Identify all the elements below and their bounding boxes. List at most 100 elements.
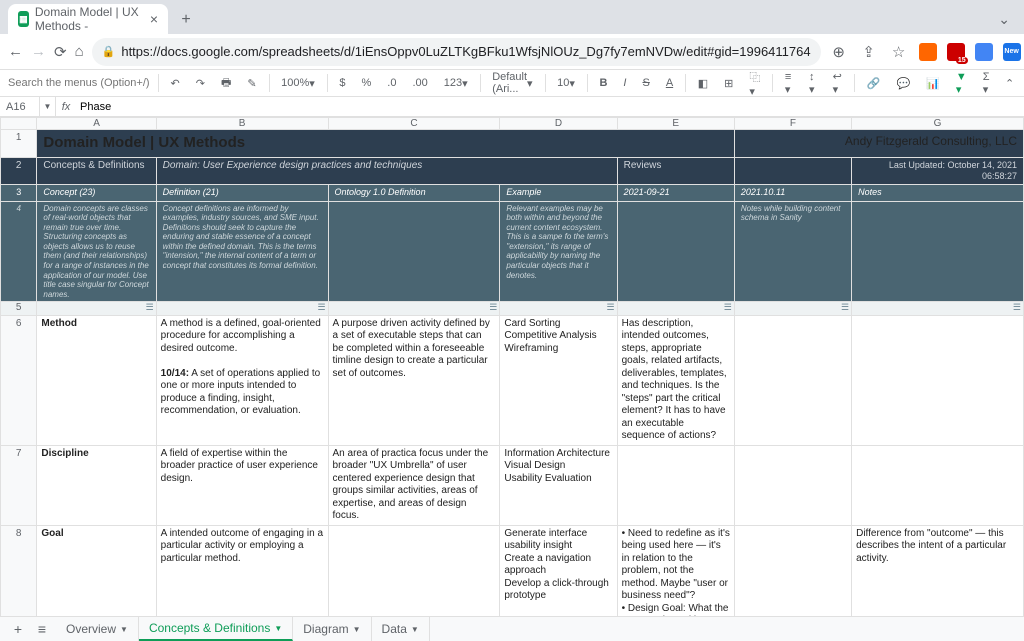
col-review2[interactable]: 2021.10.11 [734,185,851,201]
sheet-tab-dropdown-icon[interactable]: ▼ [353,625,361,634]
row-header[interactable]: 6 [1,315,37,445]
star-icon[interactable]: ☆ [889,42,909,62]
print-button[interactable]: 🖶 [217,72,235,95]
formula-input[interactable] [76,101,1024,113]
ontology-cell[interactable]: A purpose driven activity defined by a s… [328,315,500,445]
concept-cell[interactable]: Method [37,315,156,445]
definition-note[interactable]: Concept definitions are informed by exam… [156,201,328,302]
sheet-tab[interactable]: Overview ▼ [56,617,139,641]
currency-button[interactable]: $ [335,75,349,91]
col-header[interactable]: A [37,118,156,130]
text-color-button[interactable]: A [662,75,677,91]
window-expand-icon[interactable]: ⌄ [992,11,1016,34]
filter-icon[interactable]: ☰ [146,302,154,313]
decrease-decimal-button[interactable]: .0 [383,75,400,91]
org-name[interactable]: Andy Fitzgerald Consulting, LLC [734,130,1023,158]
browser-tab[interactable]: ▦ Domain Model | UX Methods - × [8,4,168,34]
reviews-label[interactable]: Reviews [617,157,734,185]
row-header[interactable]: 1 [1,130,37,158]
filter-icon[interactable]: ☰ [1013,302,1021,313]
col-header[interactable]: G [852,118,1024,130]
filter-cell[interactable]: ☰ [500,302,617,316]
filter-cell[interactable]: ☰ [734,302,851,316]
domain-text[interactable]: Domain: User Experience design practices… [156,157,617,185]
url-field[interactable]: 🔒 https://docs.google.com/spreadsheets/d… [92,38,821,66]
comment-button[interactable]: 💬 [892,75,914,92]
spreadsheet-grid[interactable]: A B C D E F G 1 Domain Model | UX Method… [0,117,1024,616]
sheet-tab[interactable]: Concepts & Definitions ▼ [139,617,293,641]
review1-cell[interactable]: • Need to redefine as it's being used he… [617,525,734,616]
review2-cell[interactable] [734,525,851,616]
notes-cell[interactable] [852,445,1024,525]
filter-cell[interactable]: ☰ [328,302,500,316]
fontsize-dropdown[interactable]: 10 ▾ [553,75,579,92]
italic-button[interactable]: I [619,75,630,91]
wrap-button[interactable]: ↩ ▾ [829,68,847,98]
filter-cell[interactable]: ☰ [156,302,328,316]
definition-cell[interactable]: A method is a defined, goal-oriented pro… [156,315,328,445]
col-notes[interactable]: Notes [852,185,1024,201]
example-note[interactable]: Relevant examples may be both within and… [500,201,617,302]
reload-button[interactable]: ⟳ [54,42,67,62]
filter-icon[interactable]: ☰ [317,302,325,313]
col-definition[interactable]: Definition (21) [156,185,328,201]
chart-button[interactable]: 📊 [922,75,944,92]
menu-search-input[interactable] [8,77,150,89]
filter-icon[interactable]: ☰ [841,302,849,313]
col-ontology[interactable]: Ontology 1.0 Definition [328,185,500,201]
percent-button[interactable]: % [357,75,375,91]
ext-icon-1[interactable] [919,43,937,61]
col-example[interactable]: Example [500,185,617,201]
ontology-cell[interactable]: An area of practica focus under the broa… [328,445,500,525]
row-header[interactable]: 2 [1,157,37,185]
definition-cell[interactable]: A intended outcome of engaging in a part… [156,525,328,616]
col-header[interactable]: B [156,118,328,130]
select-all-corner[interactable] [1,118,37,130]
name-box[interactable]: A16 [0,97,40,116]
filter-cell[interactable]: ☰ [37,302,156,316]
notes-cell[interactable]: Difference from "outcome" — this describ… [852,525,1024,616]
col-header[interactable]: F [734,118,851,130]
filter-button[interactable]: ▼ ▾ [952,69,971,98]
more-formats-button[interactable]: 123 ▾ [440,75,472,92]
review1-cell[interactable] [617,445,734,525]
sheet-tab-dropdown-icon[interactable]: ▼ [120,625,128,634]
concept-cell[interactable]: Goal [37,525,156,616]
example-cell[interactable]: Generate interface usability insightCrea… [500,525,617,616]
row-header[interactable]: 3 [1,185,37,201]
name-box-dropdown[interactable]: ▼ [40,97,56,116]
functions-button[interactable]: Σ ▾ [979,69,995,98]
row-header[interactable]: 4 [1,201,37,302]
sheet-tab-dropdown-icon[interactable]: ▼ [274,624,282,633]
new-tab-button[interactable]: + [172,6,200,34]
row-header[interactable]: 5 [1,302,37,316]
link-button[interactable]: 🔗 [863,75,885,92]
ontology-cell[interactable] [328,525,500,616]
fill-color-button[interactable]: ◧ [694,75,712,92]
col-concept[interactable]: Concept (23) [37,185,156,201]
valign-button[interactable]: ↕ ▾ [805,69,821,98]
section-name[interactable]: Concepts & Definitions [37,157,156,185]
filter-cell[interactable]: ☰ [617,302,734,316]
sheet-tab-dropdown-icon[interactable]: ▼ [411,625,419,634]
paint-format-button[interactable]: ✎ [243,75,260,92]
last-updated[interactable]: Last Updated: October 14, 2021 06:58:27 [852,157,1024,185]
sheet-title[interactable]: Domain Model | UX Methods [37,130,734,158]
filter-icon[interactable]: ☰ [607,302,615,313]
back-button[interactable]: ← [8,42,23,62]
strike-button[interactable]: S [638,75,653,91]
col-review1[interactable]: 2021-09-21 [617,185,734,201]
share-icon[interactable]: ⇪ [859,42,879,62]
filter-cell[interactable]: ☰ [852,302,1024,316]
toolbar-more-button[interactable]: ⌃ [1003,71,1016,95]
add-sheet-button[interactable]: + [8,621,28,637]
concept-note[interactable]: Domain concepts are classes of real-worl… [37,201,156,302]
halign-button[interactable]: ≡ ▾ [781,69,797,98]
example-cell[interactable]: Card SortingCompetitive AnalysisWirefram… [500,315,617,445]
bold-button[interactable]: B [595,75,611,91]
all-sheets-button[interactable]: ≡ [32,621,52,637]
zoom-dropdown[interactable]: 100% ▾ [277,75,319,92]
undo-button[interactable]: ↶ [167,75,184,92]
notes-cell[interactable] [852,315,1024,445]
redo-button[interactable]: ↷ [192,75,209,92]
